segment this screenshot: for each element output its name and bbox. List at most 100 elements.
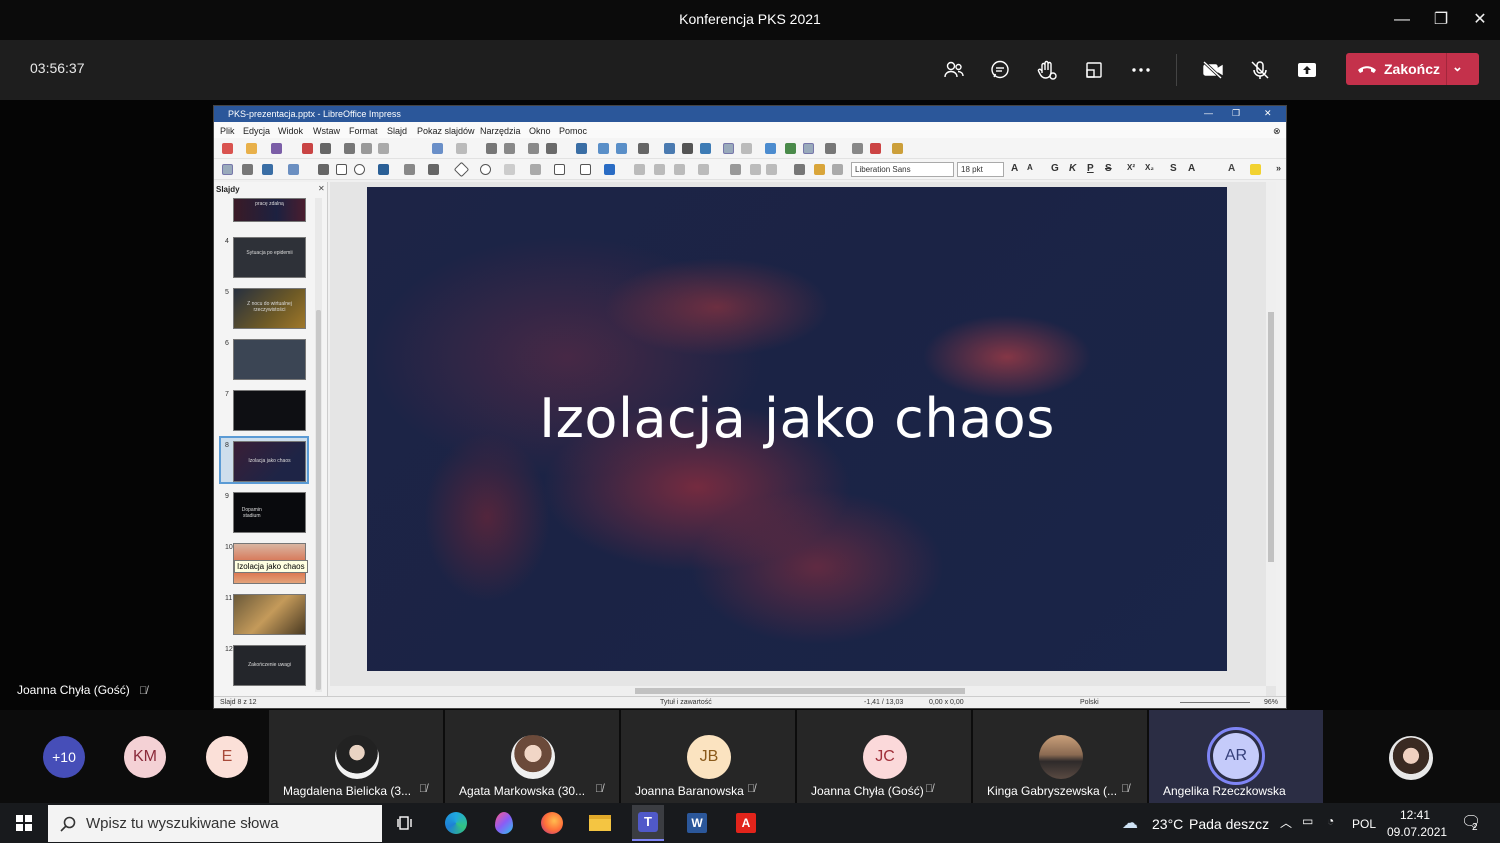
slide-layout-icon[interactable] — [892, 143, 903, 154]
font-color-icon[interactable]: A — [1228, 163, 1235, 174]
flowchart-icon[interactable] — [530, 164, 541, 175]
share-screen-icon[interactable] — [1291, 54, 1323, 86]
vertical-scrollbar[interactable] — [1266, 182, 1276, 686]
textbox-icon[interactable] — [723, 143, 734, 154]
lo-close-icon[interactable]: ✕ — [1264, 108, 1272, 119]
current-slide[interactable]: Izolacja jako chaos — [367, 187, 1227, 671]
slide-thumbnail-5[interactable]: Z nocu do wirtualnej rzeczywistości — [233, 288, 306, 329]
lines-arrows-icon[interactable] — [378, 164, 389, 175]
weather-icon[interactable]: ☁ — [1122, 813, 1138, 833]
shadow-text-icon[interactable]: S — [1170, 163, 1177, 174]
italic-button[interactable]: K — [1069, 163, 1076, 174]
media-icon[interactable] — [682, 143, 693, 154]
more-actions-icon[interactable] — [1125, 54, 1157, 86]
slide-thumbnail-4[interactable]: Sytuacja po epidemii — [233, 237, 306, 278]
copy-icon[interactable] — [361, 143, 372, 154]
fontwork-icon[interactable] — [765, 143, 776, 154]
acrobat-icon[interactable]: A — [730, 807, 762, 839]
line-icon[interactable] — [318, 164, 329, 175]
close-icon[interactable]: ✕ — [1465, 8, 1495, 32]
menu-edycja[interactable]: Edycja — [243, 126, 270, 136]
special-char-icon[interactable] — [741, 143, 752, 154]
grow-font-icon[interactable]: A — [1011, 163, 1018, 174]
self-view-avatar[interactable] — [1389, 736, 1433, 780]
scrollbar-thumb[interactable] — [316, 310, 321, 690]
arrange-icon[interactable] — [674, 164, 685, 175]
undo-icon[interactable] — [432, 143, 443, 154]
windows-start-icon[interactable] — [8, 807, 40, 839]
file-explorer-icon[interactable] — [584, 807, 616, 839]
save-icon[interactable] — [271, 143, 282, 154]
print-icon[interactable] — [320, 143, 331, 154]
menu-pokaz-slajdow[interactable]: Pokaz slajdów — [417, 126, 475, 136]
participant-avatar-e[interactable]: E — [206, 736, 248, 778]
menu-pomoc[interactable]: Pomoc — [559, 126, 587, 136]
rooms-icon[interactable] — [1078, 54, 1110, 86]
clock-date[interactable]: 09.07.2021 — [1387, 825, 1447, 839]
lo-restore-icon[interactable]: ❐ — [1232, 108, 1240, 119]
ellipse-icon[interactable] — [354, 164, 365, 175]
lo-minimize-icon[interactable]: — — [1204, 108, 1213, 118]
font-size-input[interactable]: 18 pkt — [957, 162, 1004, 177]
slide-thumbnail-8[interactable]: Izolacja jako chaos — [233, 441, 306, 482]
wifi-icon[interactable]: ◔ — [1327, 814, 1334, 828]
strikethrough-button[interactable]: S — [1105, 163, 1112, 174]
table-icon[interactable] — [638, 143, 649, 154]
weather-desc[interactable]: Pada deszcz — [1189, 816, 1269, 832]
start-first-slide-icon[interactable] — [598, 143, 609, 154]
shrink-font-icon[interactable]: A — [1027, 163, 1033, 172]
participant-tile-active[interactable]: AR Angelika Rzeczkowska — [1149, 710, 1323, 803]
participant-avatar-km[interactable]: KM — [124, 736, 166, 778]
scrollbar-thumb[interactable] — [1268, 312, 1274, 562]
distribute-icon[interactable] — [698, 164, 709, 175]
rotate-icon[interactable] — [634, 164, 645, 175]
slide-thumbnail-7[interactable] — [233, 390, 306, 431]
slide-thumbnail-3[interactable]: pracę zdalną — [233, 198, 306, 222]
glue-points-icon[interactable] — [814, 164, 825, 175]
status-language[interactable]: Polski — [1080, 699, 1099, 706]
show-draw-icon[interactable] — [803, 143, 814, 154]
status-zoom[interactable]: 96% — [1264, 699, 1278, 706]
outline-text-icon[interactable]: A — [1188, 163, 1195, 174]
lo-close-doc-icon[interactable]: ⊗ — [1273, 126, 1281, 137]
taskbar-search[interactable]: Wpisz tu wyszukiwane słowa — [48, 805, 382, 842]
start-current-slide-icon[interactable] — [616, 143, 627, 154]
slide-thumbnail-9[interactable]: Dopamin stadium — [233, 492, 306, 533]
chevron-up-icon[interactable]: ︿ — [1280, 814, 1292, 831]
block-arrows-icon[interactable] — [504, 164, 515, 175]
filter-icon[interactable] — [766, 164, 777, 175]
basic-shapes-icon[interactable] — [453, 161, 470, 178]
task-view-icon[interactable] — [390, 807, 422, 839]
slide-title[interactable]: Izolacja jako chaos — [367, 387, 1227, 450]
camera-off-icon[interactable] — [1197, 54, 1229, 86]
restore-icon[interactable]: ❐ — [1426, 8, 1456, 32]
mic-off-icon[interactable] — [1244, 54, 1276, 86]
scrollbar-thumb[interactable] — [635, 688, 965, 694]
font-name-input[interactable]: Liberation Sans — [851, 162, 954, 177]
zoom-slider[interactable] — [1180, 702, 1250, 703]
highlight-icon[interactable] — [1250, 164, 1261, 175]
end-call-button[interactable]: Zakończ ⌄ — [1346, 53, 1479, 85]
participant-tile[interactable]: Kinga Gabryszewska (... 🎙̸ — [973, 710, 1147, 803]
chart-icon[interactable] — [700, 143, 711, 154]
reactions-icon[interactable] — [1031, 54, 1063, 86]
bold-button[interactable]: G — [1051, 163, 1059, 174]
shadow-icon[interactable] — [730, 164, 741, 175]
slide-transition-icon[interactable] — [825, 143, 836, 154]
firefox-icon[interactable] — [536, 807, 568, 839]
master-slide-icon[interactable] — [576, 143, 587, 154]
duplicate-slide-icon[interactable] — [852, 143, 863, 154]
rectangle-icon[interactable] — [336, 164, 347, 175]
grid-icon[interactable] — [528, 143, 539, 154]
chevron-down-icon[interactable]: ⌄ — [1452, 59, 1463, 75]
slide-thumbnail-12[interactable]: Zakończenie uwagi — [233, 645, 306, 686]
slides-panel-scrollbar[interactable] — [315, 198, 322, 692]
horizontal-scrollbar[interactable] — [330, 686, 1266, 696]
weather-temp[interactable]: 23°C — [1152, 816, 1183, 832]
stars-icon[interactable] — [580, 164, 591, 175]
points-icon[interactable] — [794, 164, 805, 175]
new-doc-icon[interactable] — [222, 143, 233, 154]
connectors-icon[interactable] — [428, 164, 439, 175]
select-icon[interactable] — [222, 164, 233, 175]
toggle-extrusion-icon[interactable] — [832, 164, 843, 175]
